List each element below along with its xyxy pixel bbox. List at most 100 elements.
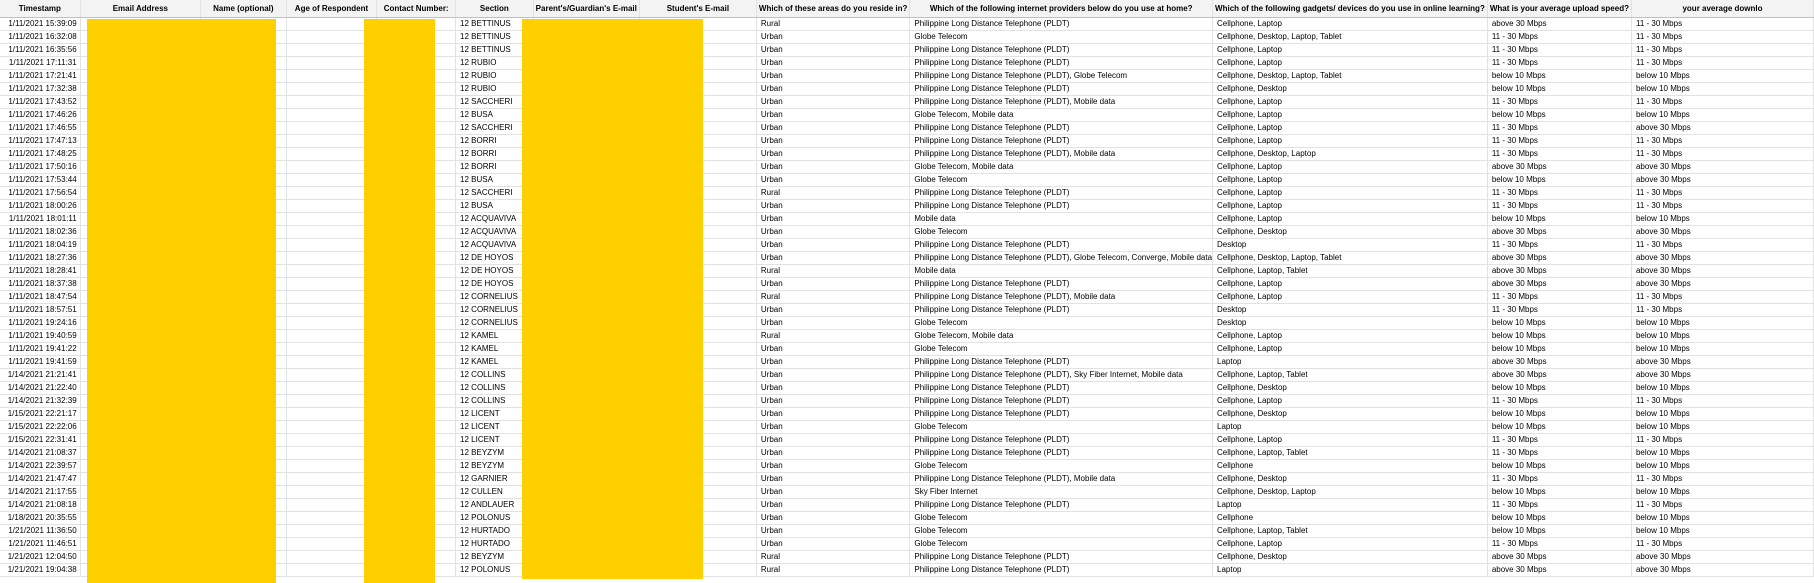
cell-timestamp[interactable]: 1/21/2021 11:36:50 [0, 524, 81, 538]
cell-area[interactable]: Rural [756, 264, 911, 278]
cell-upload-speed[interactable]: above 30 Mbps [1487, 17, 1632, 31]
cell-upload-speed[interactable]: 11 - 30 Mbps [1487, 290, 1632, 304]
cell-timestamp[interactable]: 1/15/2021 22:22:06 [0, 420, 81, 434]
column-header-parent-email[interactable]: Parent's/Guardian's E-mail [533, 0, 640, 18]
cell-area[interactable]: Urban [756, 420, 911, 434]
cell-timestamp[interactable]: 1/14/2021 21:08:37 [0, 446, 81, 460]
cell-area[interactable]: Urban [756, 511, 911, 525]
cell-internet-provider[interactable]: Globe Telecom, Mobile data [909, 160, 1214, 174]
cell-timestamp[interactable]: 1/11/2021 17:43:52 [0, 95, 81, 109]
cell-gadgets[interactable]: Cellphone, Laptop [1212, 56, 1488, 70]
cell-upload-speed[interactable]: 11 - 30 Mbps [1487, 95, 1632, 109]
cell-area[interactable]: Rural [756, 563, 911, 577]
cell-gadgets[interactable]: Cellphone, Laptop [1212, 329, 1488, 343]
cell-internet-provider[interactable]: Globe Telecom [909, 420, 1214, 434]
cell-download-speed[interactable]: 11 - 30 Mbps [1631, 472, 1814, 486]
cell-timestamp[interactable]: 1/11/2021 16:32:08 [0, 30, 81, 44]
cell-download-speed[interactable]: below 10 Mbps [1631, 485, 1814, 499]
cell-timestamp[interactable]: 1/11/2021 17:50:16 [0, 160, 81, 174]
cell-download-speed[interactable]: 11 - 30 Mbps [1631, 95, 1814, 109]
cell-upload-speed[interactable]: 11 - 30 Mbps [1487, 446, 1632, 460]
cell-upload-speed[interactable]: 11 - 30 Mbps [1487, 199, 1632, 213]
cell-internet-provider[interactable]: Globe Telecom [909, 30, 1214, 44]
cell-gadgets[interactable]: Cellphone, Desktop [1212, 550, 1488, 564]
cell-internet-provider[interactable]: Philippine Long Distance Telephone (PLDT… [909, 17, 1214, 31]
cell-area[interactable]: Urban [756, 316, 911, 330]
cell-internet-provider[interactable]: Philippine Long Distance Telephone (PLDT… [909, 355, 1214, 369]
cell-area[interactable]: Urban [756, 43, 911, 57]
cell-area[interactable]: Urban [756, 277, 911, 291]
cell-timestamp[interactable]: 1/11/2021 18:57:51 [0, 303, 81, 317]
cell-area[interactable]: Urban [756, 485, 911, 499]
cell-upload-speed[interactable]: 11 - 30 Mbps [1487, 303, 1632, 317]
cell-gadgets[interactable]: Cellphone, Laptop [1212, 186, 1488, 200]
cell-gadgets[interactable]: Cellphone [1212, 511, 1488, 525]
cell-gadgets[interactable]: Cellphone, Laptop [1212, 108, 1488, 122]
cell-internet-provider[interactable]: Philippine Long Distance Telephone (PLDT… [909, 563, 1214, 577]
cell-internet-provider[interactable]: Philippine Long Distance Telephone (PLDT… [909, 186, 1214, 200]
cell-timestamp[interactable]: 1/11/2021 18:37:38 [0, 277, 81, 291]
column-header-area[interactable]: Which of these areas do you reside in? [756, 0, 911, 18]
cell-internet-provider[interactable]: Philippine Long Distance Telephone (PLDT… [909, 550, 1214, 564]
cell-gadgets[interactable]: Cellphone, Desktop [1212, 407, 1488, 421]
cell-download-speed[interactable]: 11 - 30 Mbps [1631, 134, 1814, 148]
cell-gadgets[interactable]: Cellphone, Laptop [1212, 160, 1488, 174]
cell-upload-speed[interactable]: above 30 Mbps [1487, 563, 1632, 577]
cell-gadgets[interactable]: Cellphone, Laptop, Tablet [1212, 446, 1488, 460]
cell-area[interactable]: Urban [756, 30, 911, 44]
cell-area[interactable]: Urban [756, 537, 911, 551]
cell-internet-provider[interactable]: Philippine Long Distance Telephone (PLDT… [909, 82, 1214, 96]
cell-upload-speed[interactable]: below 10 Mbps [1487, 381, 1632, 395]
cell-upload-speed[interactable]: 11 - 30 Mbps [1487, 147, 1632, 161]
cell-timestamp[interactable]: 1/11/2021 19:40:59 [0, 329, 81, 343]
cell-timestamp[interactable]: 1/11/2021 17:21:41 [0, 69, 81, 83]
cell-upload-speed[interactable]: 11 - 30 Mbps [1487, 186, 1632, 200]
cell-upload-speed[interactable]: 11 - 30 Mbps [1487, 121, 1632, 135]
cell-upload-speed[interactable]: above 30 Mbps [1487, 368, 1632, 382]
cell-gadgets[interactable]: Cellphone, Laptop [1212, 394, 1488, 408]
cell-timestamp[interactable]: 1/14/2021 21:08:18 [0, 498, 81, 512]
cell-download-speed[interactable]: below 10 Mbps [1631, 459, 1814, 473]
cell-gadgets[interactable]: Laptop [1212, 563, 1488, 577]
cell-timestamp[interactable]: 1/14/2021 22:39:57 [0, 459, 81, 473]
cell-gadgets[interactable]: Cellphone, Laptop [1212, 277, 1488, 291]
cell-timestamp[interactable]: 1/14/2021 21:22:40 [0, 381, 81, 395]
cell-upload-speed[interactable]: above 30 Mbps [1487, 550, 1632, 564]
column-header-internet-provider[interactable]: Which of the following internet provider… [909, 0, 1214, 18]
cell-internet-provider[interactable]: Globe Telecom [909, 225, 1214, 239]
cell-timestamp[interactable]: 1/11/2021 17:53:44 [0, 173, 81, 187]
cell-internet-provider[interactable]: Philippine Long Distance Telephone (PLDT… [909, 43, 1214, 57]
cell-upload-speed[interactable]: 11 - 30 Mbps [1487, 537, 1632, 551]
cell-download-speed[interactable]: above 30 Mbps [1631, 277, 1814, 291]
cell-download-speed[interactable]: below 10 Mbps [1631, 329, 1814, 343]
cell-internet-provider[interactable]: Mobile data [909, 264, 1214, 278]
cell-gadgets[interactable]: Cellphone, Desktop, Laptop [1212, 147, 1488, 161]
cell-area[interactable]: Urban [756, 433, 911, 447]
cell-area[interactable]: Urban [756, 303, 911, 317]
cell-timestamp[interactable]: 1/21/2021 19:04:38 [0, 563, 81, 577]
cell-internet-provider[interactable]: Philippine Long Distance Telephone (PLDT… [909, 251, 1214, 265]
cell-internet-provider[interactable]: Philippine Long Distance Telephone (PLDT… [909, 134, 1214, 148]
cell-area[interactable]: Urban [756, 342, 911, 356]
cell-internet-provider[interactable]: Globe Telecom [909, 524, 1214, 538]
cell-timestamp[interactable]: 1/11/2021 18:00:26 [0, 199, 81, 213]
cell-area[interactable]: Urban [756, 69, 911, 83]
cell-download-speed[interactable]: 11 - 30 Mbps [1631, 303, 1814, 317]
cell-download-speed[interactable]: above 30 Mbps [1631, 368, 1814, 382]
cell-upload-speed[interactable]: below 10 Mbps [1487, 420, 1632, 434]
cell-internet-provider[interactable]: Philippine Long Distance Telephone (PLDT… [909, 95, 1214, 109]
cell-download-speed[interactable]: 11 - 30 Mbps [1631, 290, 1814, 304]
cell-area[interactable]: Urban [756, 368, 911, 382]
cell-area[interactable]: Urban [756, 251, 911, 265]
cell-internet-provider[interactable]: Philippine Long Distance Telephone (PLDT… [909, 368, 1214, 382]
cell-timestamp[interactable]: 1/11/2021 18:47:54 [0, 290, 81, 304]
cell-gadgets[interactable]: Laptop [1212, 355, 1488, 369]
cell-download-speed[interactable]: 11 - 30 Mbps [1631, 537, 1814, 551]
cell-internet-provider[interactable]: Philippine Long Distance Telephone (PLDT… [909, 381, 1214, 395]
cell-area[interactable]: Urban [756, 225, 911, 239]
cell-download-speed[interactable]: below 10 Mbps [1631, 524, 1814, 538]
cell-internet-provider[interactable]: Philippine Long Distance Telephone (PLDT… [909, 394, 1214, 408]
cell-gadgets[interactable]: Cellphone, Desktop [1212, 225, 1488, 239]
cell-gadgets[interactable]: Cellphone [1212, 459, 1488, 473]
cell-download-speed[interactable]: above 30 Mbps [1631, 225, 1814, 239]
